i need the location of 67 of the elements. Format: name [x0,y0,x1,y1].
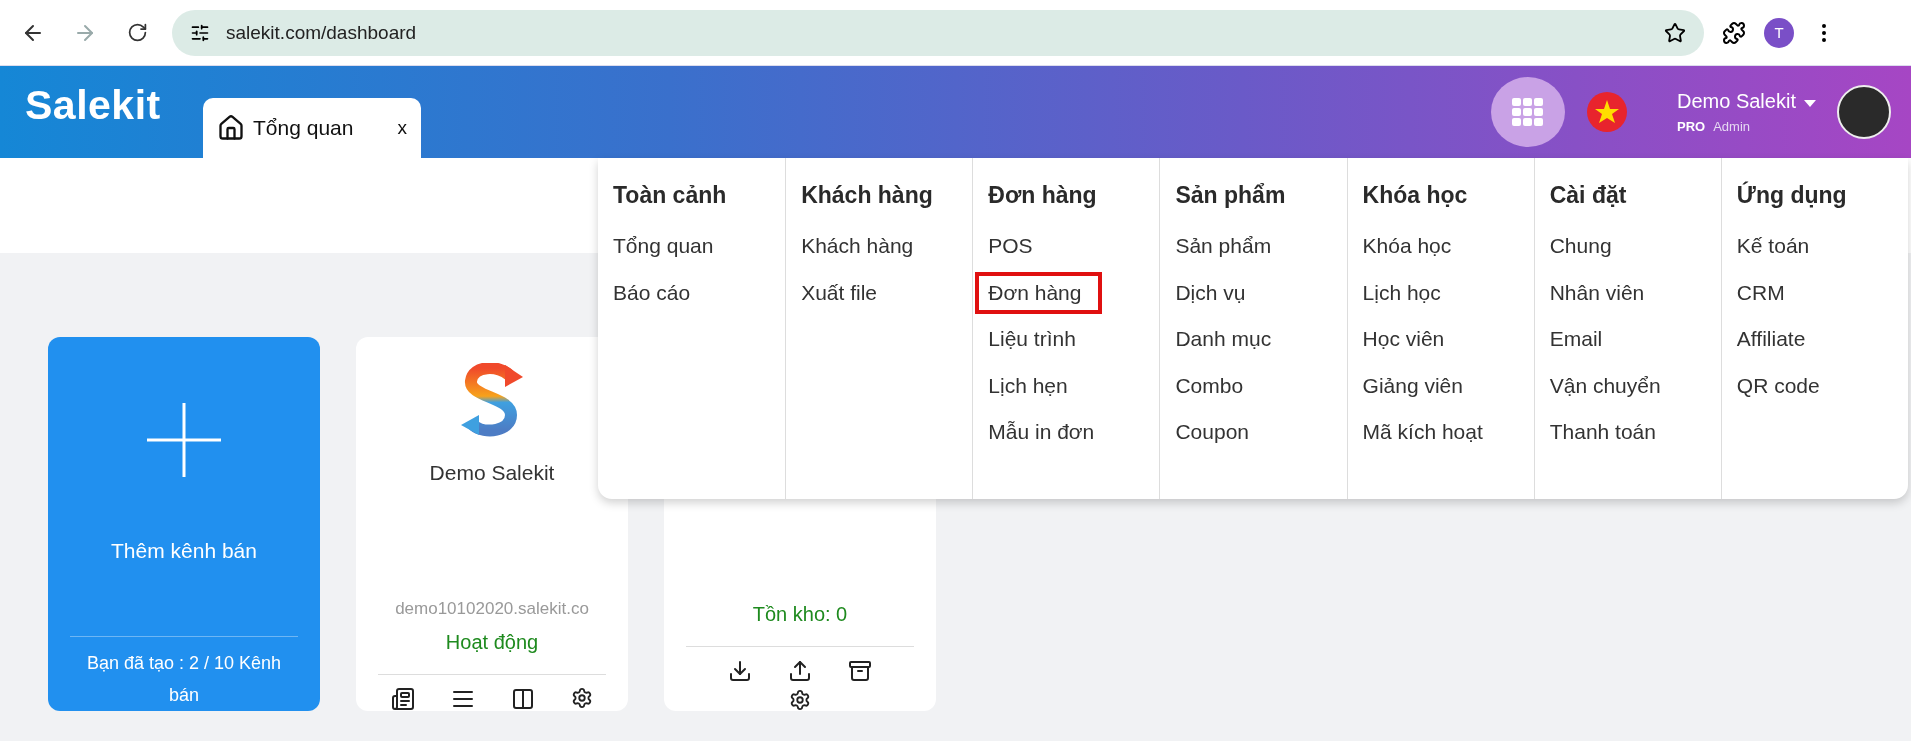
menu-item[interactable]: Lịch hẹn [973,362,1068,409]
menu-item[interactable]: CRM [1721,269,1785,316]
menu-heading: Đơn hàng [988,182,1097,209]
channel-count-text: Bạn đã tạo : 2 / 10 Kênh bán [85,652,283,707]
plus-icon [147,403,221,477]
plan-label: PRO [1677,119,1706,134]
add-channel-label: Thêm kênh bán [111,539,257,563]
menu-item[interactable]: Sản phẩm [1160,223,1272,270]
menu-item[interactable]: Xuất file [786,269,878,316]
tab-close-button[interactable]: x [397,117,407,139]
newspaper-icon[interactable] [391,687,415,711]
menu-item[interactable]: Học viên [1347,316,1445,363]
menu-heading: Khóa học [1362,182,1468,209]
site-settings-icon[interactable] [190,22,210,43]
url-text: salekit.com/dashboard [226,21,418,44]
menu-heading: Ứng dụng [1736,182,1847,209]
menu-item[interactable]: Đơn hàng [973,269,1105,316]
menu-heading: Sản phẩm [1175,182,1286,209]
menu-item[interactable]: Email [1534,316,1603,363]
upload-icon[interactable] [788,659,812,683]
menu-item[interactable]: POS [973,223,1033,270]
menu-heading: Cài đặt [1549,182,1627,209]
settings-icon[interactable] [789,689,811,711]
menu-item[interactable]: Mẫu in đơn [973,409,1095,456]
menu-item[interactable]: Combo [1160,362,1244,409]
menu-heading: Toàn cảnh [613,182,727,209]
tab-label: Tổng quan [253,116,355,140]
menu-item[interactable]: Khách hàng [786,223,914,270]
avatar[interactable] [1837,85,1891,139]
stock-count: Tồn kho: 0 [752,603,848,626]
menu-item[interactable]: Coupon [1160,409,1249,456]
columns-icon[interactable] [511,687,535,711]
menu-item[interactable]: Báo cáo [598,269,691,316]
archive-icon[interactable] [848,659,872,683]
menu-item[interactable]: Danh mục [1160,316,1272,363]
menu-item[interactable]: Mã kích hoạt [1347,409,1483,456]
bookmark-star-icon[interactable] [1664,21,1686,44]
settings-icon[interactable] [571,687,593,711]
extensions-icon[interactable] [1722,20,1746,45]
profile-avatar[interactable]: T [1764,17,1794,48]
reload-icon [126,22,148,43]
user-name[interactable]: Demo Salekit [1677,90,1796,113]
menu-item[interactable]: Chung [1534,223,1612,270]
menu-item[interactable]: Giảng viên [1347,362,1463,409]
menu-item[interactable]: Vận chuyển [1534,362,1661,409]
menu-item[interactable]: Tổng quan [598,223,714,270]
role-label: Admin [1713,119,1751,134]
address-bar[interactable]: salekit.com/dashboard [172,9,1704,56]
menu-item[interactable]: Thanh toán [1534,409,1656,456]
menu-item[interactable]: Dịch vụ [1160,269,1246,316]
home-icon [217,114,245,142]
channel-status: Hoạt động [445,631,539,654]
logo: Salekit [25,81,162,129]
caret-down-icon[interactable] [1803,100,1816,108]
channel-name: Demo Salekit [429,461,555,485]
grid-icon [1512,98,1544,126]
tab[interactable]: Tổng quan x [203,98,421,158]
menu-item[interactable]: Khóa học [1347,223,1452,270]
vietnam-flag-icon[interactable] [1587,92,1627,132]
menu-item[interactable]: Liệu trình [973,316,1076,363]
download-icon[interactable] [728,659,752,683]
menu-item[interactable]: Nhân viên [1534,269,1645,316]
menu-item[interactable]: QR code [1721,362,1820,409]
menu-heading: Khách hàng [801,182,933,209]
menu-item[interactable]: Affiliate [1721,316,1806,363]
menu-item[interactable]: Lịch học [1347,269,1441,316]
menu-item[interactable]: Kế toán [1721,223,1810,270]
